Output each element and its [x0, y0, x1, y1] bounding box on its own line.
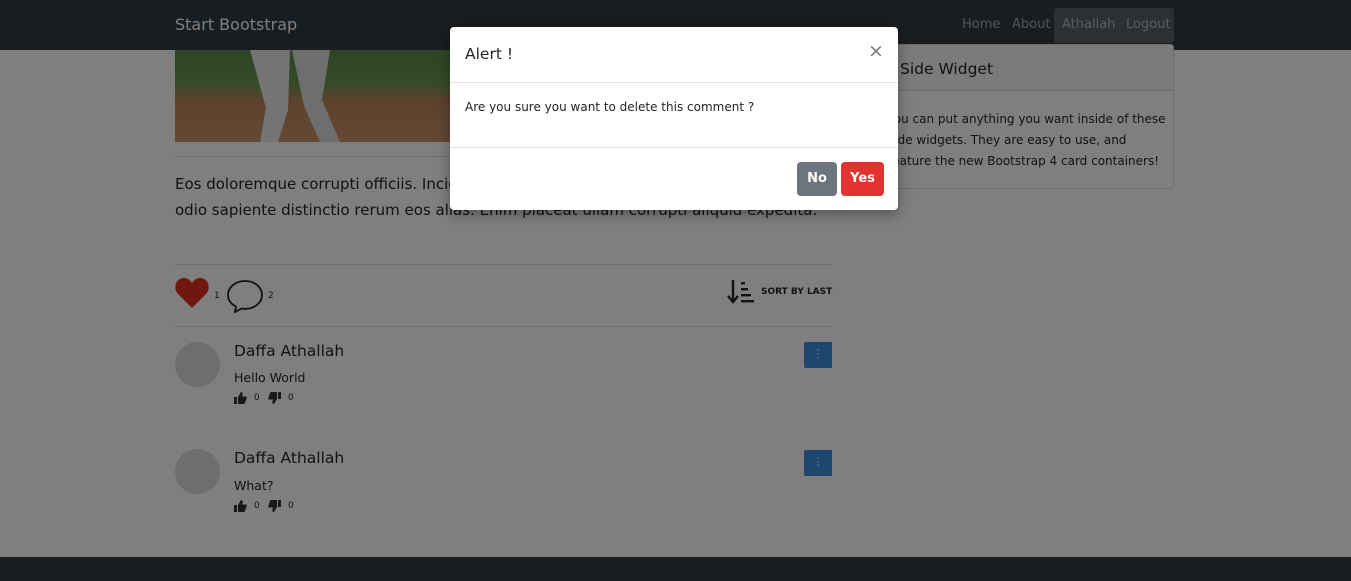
modal-footer-divider: [450, 147, 898, 148]
yes-button[interactable]: Yes: [841, 162, 884, 196]
modal-title: Alert !: [465, 45, 514, 63]
no-button[interactable]: No: [797, 162, 837, 196]
modal-message: Are you sure you want to delete this com…: [465, 100, 755, 114]
delete-confirm-modal: Alert ! × Are you sure you want to delet…: [450, 27, 898, 210]
close-icon[interactable]: ×: [868, 41, 884, 61]
modal-header-divider: [450, 82, 898, 83]
